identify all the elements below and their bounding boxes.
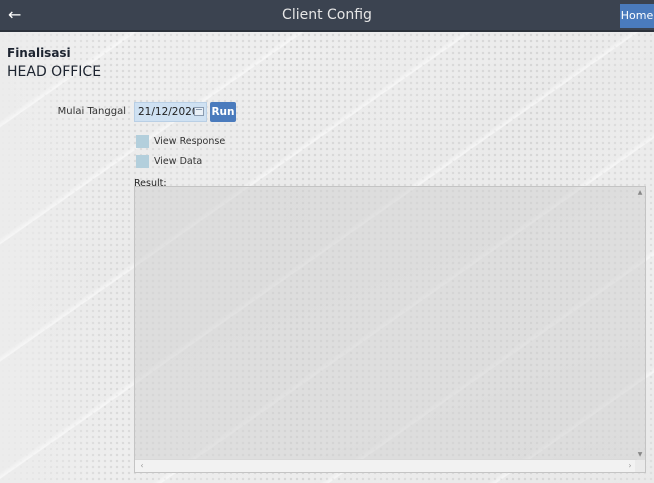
vertical-scrollbar[interactable]: ▲ ▼: [635, 187, 645, 461]
view-response-row[interactable]: View Response: [136, 135, 225, 149]
top-bar: ← Client Config Home: [0, 0, 654, 32]
start-date-label: Mulai Tanggal: [57, 106, 126, 117]
page-title: Client Config: [282, 7, 372, 23]
start-date-input[interactable]: 21/12/2020: [134, 102, 207, 122]
office-name: HEAD OFFICE: [7, 64, 102, 80]
view-response-label: View Response: [154, 136, 226, 147]
horizontal-scrollbar[interactable]: ‹ ›: [135, 459, 637, 472]
result-textarea[interactable]: ▲ ▼ ‹ ›: [134, 186, 646, 473]
scroll-left-icon[interactable]: ‹: [137, 461, 147, 471]
view-response-checkbox[interactable]: [136, 135, 149, 148]
view-data-checkbox[interactable]: [136, 155, 149, 168]
scroll-up-icon[interactable]: ▲: [636, 189, 644, 197]
calendar-icon[interactable]: [194, 107, 204, 116]
scroll-down-icon[interactable]: ▼: [636, 451, 644, 459]
start-date-value: 21/12/2020: [138, 106, 199, 118]
home-button[interactable]: Home: [620, 4, 654, 28]
scroll-right-icon[interactable]: ›: [625, 461, 635, 471]
view-data-label: View Data: [154, 156, 203, 167]
section-subtitle: Finalisasi: [7, 46, 71, 60]
scrollbar-corner: [635, 460, 645, 472]
view-data-row[interactable]: View Data: [136, 155, 202, 169]
run-button[interactable]: Run: [210, 102, 236, 122]
